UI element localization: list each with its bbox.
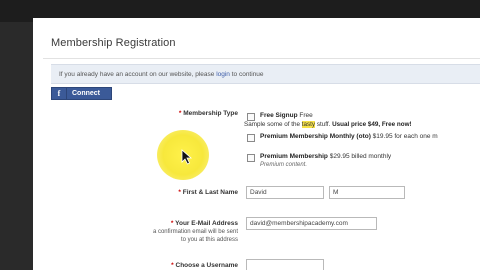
- login-link[interactable]: login: [216, 71, 230, 78]
- username-input[interactable]: [246, 259, 324, 270]
- username-label: * Choose a Username: [133, 262, 238, 269]
- email-hint: a confirmation email will be sent to you …: [113, 228, 238, 244]
- title-divider: [43, 58, 480, 59]
- desc-highlight: tasty: [301, 121, 316, 128]
- free-signup-option: Free Signup Free: [260, 112, 313, 119]
- info-text-suffix: to continue: [229, 71, 264, 78]
- email-hint-line2: to you at this address: [180, 237, 238, 243]
- last-name-input[interactable]: [329, 186, 405, 199]
- free-signup-name: Free Signup: [260, 112, 298, 119]
- premium-price: $29.95 billed monthly: [327, 153, 392, 160]
- username-label-text: Choose a Username: [175, 262, 239, 269]
- free-signup-description: Sample some of the tasty stuff. Usual pr…: [244, 121, 412, 128]
- name-label-text: First & Last Name: [182, 189, 238, 196]
- premium-membership-option: Premium Membership $29.95 billed monthly: [260, 153, 391, 160]
- email-label-text: Your E-Mail Address: [175, 220, 238, 227]
- facebook-connect-button[interactable]: f Connect: [51, 87, 112, 100]
- name-label: * First & Last Name: [143, 189, 238, 196]
- free-signup-price: Free: [297, 112, 313, 119]
- registration-page: Membership Registration If you already h…: [33, 18, 480, 270]
- membership-type-label-text: Membership Type: [183, 110, 238, 117]
- connect-label: Connect: [72, 90, 100, 97]
- premium-description: Premium content.: [260, 162, 308, 168]
- desc-bold: Usual price $49, Free now!: [332, 121, 412, 128]
- email-input[interactable]: [246, 217, 377, 230]
- premium-membership-checkbox[interactable]: [247, 154, 255, 162]
- mouse-cursor-icon: [181, 149, 193, 165]
- desc-suffix: stuff.: [315, 121, 333, 128]
- email-hint-line1: a confirmation email will be sent: [152, 229, 238, 235]
- info-text-prefix: If you already have an account on our we…: [59, 71, 217, 78]
- premium-oto-name: Premium Membership Monthly (oto): [260, 133, 371, 140]
- facebook-icon: f: [52, 88, 67, 99]
- free-signup-checkbox[interactable]: [247, 113, 255, 121]
- premium-name: Premium Membership: [260, 153, 328, 160]
- membership-type-label: * Membership Type: [153, 110, 238, 117]
- login-info-banner: If you already have an account on our we…: [51, 64, 480, 84]
- premium-monthly-oto-checkbox[interactable]: [247, 134, 255, 142]
- premium-monthly-oto-option: Premium Membership Monthly (oto) $19.95 …: [260, 133, 438, 140]
- first-name-input[interactable]: [246, 186, 324, 199]
- desc-prefix: Sample some of the: [244, 121, 302, 128]
- email-label: * Your E-Mail Address: [133, 220, 238, 227]
- premium-oto-price: $19.95 for each one m: [370, 133, 438, 140]
- page-title: Membership Registration: [51, 37, 176, 49]
